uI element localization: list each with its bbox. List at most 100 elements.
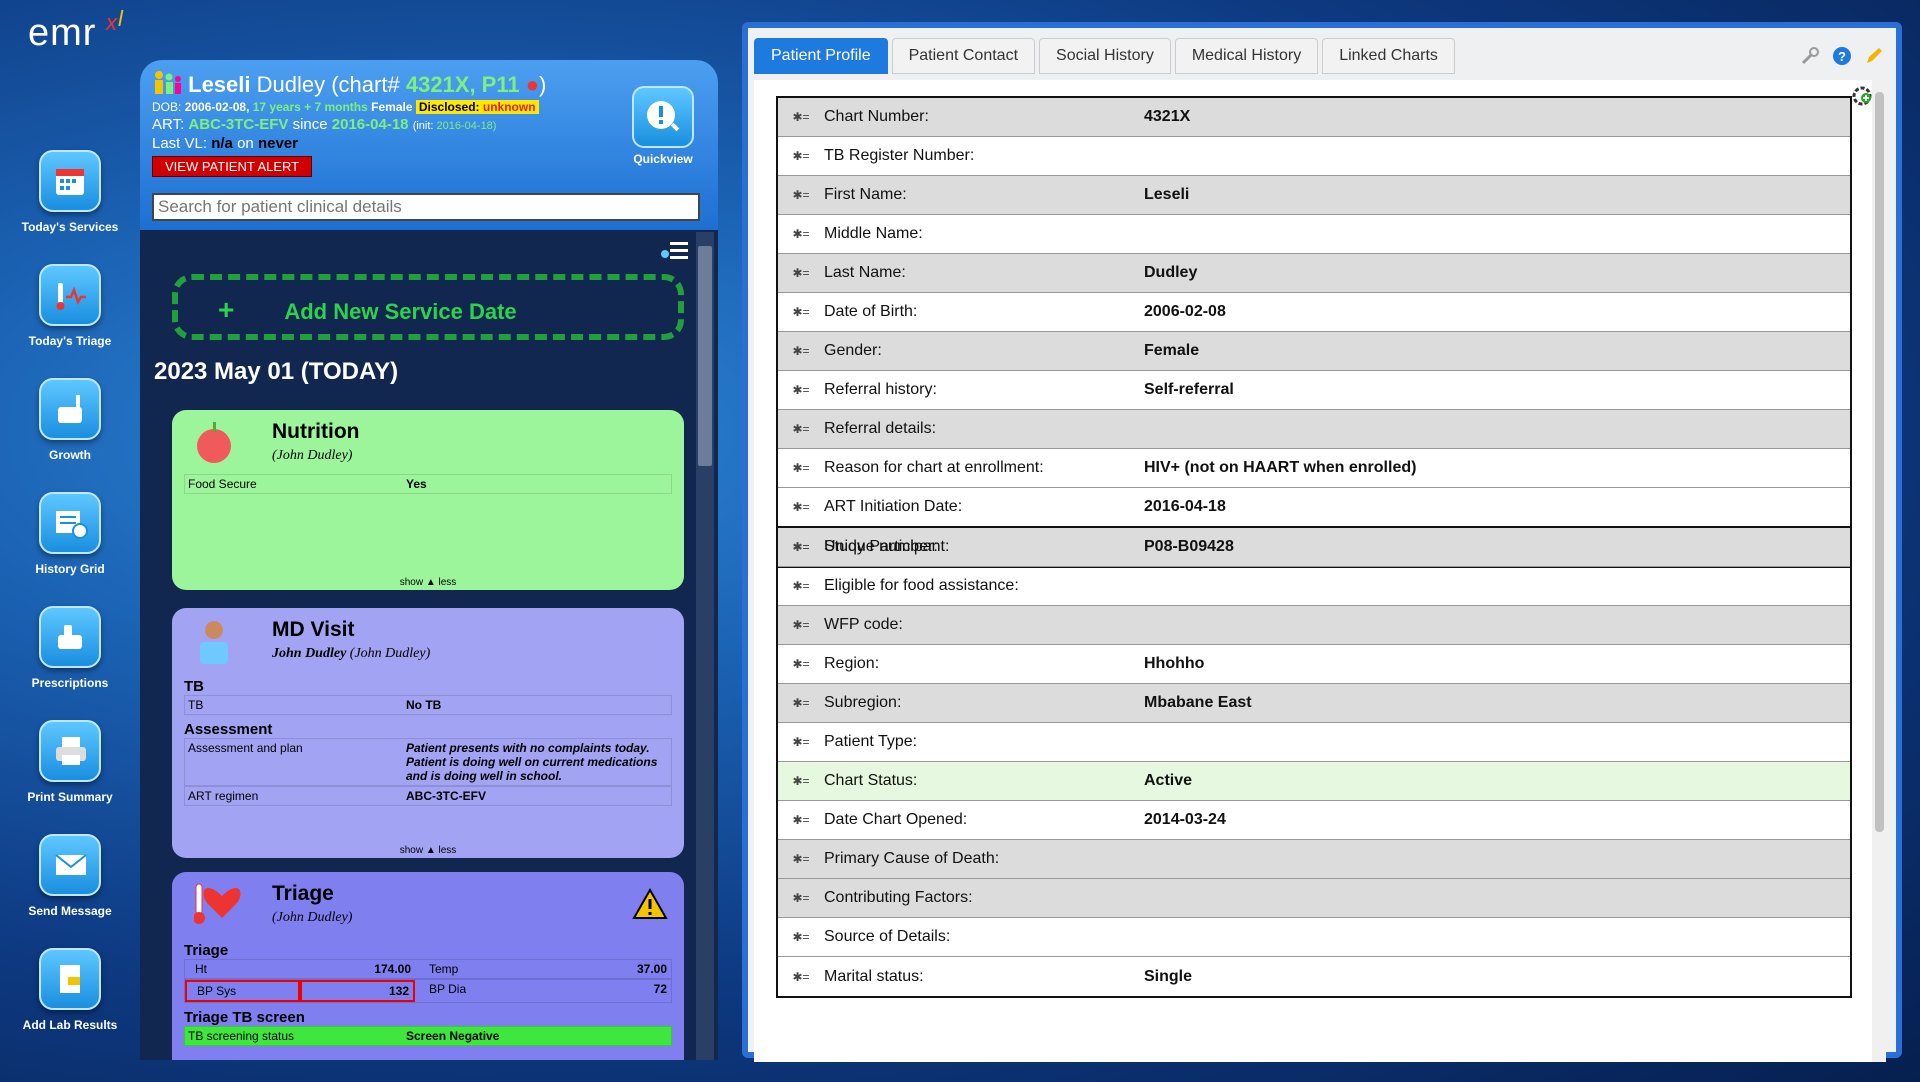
nav-history-grid[interactable]: History Grid	[0, 492, 140, 576]
pin-icon[interactable]: ●	[526, 72, 539, 97]
profile-row[interactable]: ✱= Middle Name:	[778, 215, 1850, 254]
tab-patient-profile[interactable]: Patient Profile	[754, 38, 888, 74]
row-handle-icon[interactable]: ✱=	[778, 774, 824, 788]
nav-growth[interactable]: Growth	[0, 378, 140, 462]
row-handle-icon[interactable]: ✱=	[778, 970, 824, 984]
nav-todays-services[interactable]: Today's Services	[0, 150, 140, 234]
table-row: Assessment and plan Patient presents with…	[184, 738, 672, 786]
add-new-service-date-button[interactable]: + Add New Service Date	[172, 274, 684, 340]
profile-row[interactable]: ✱= Referral history: Self-referral	[778, 371, 1850, 410]
view-patient-alert-button[interactable]: VIEW PATIENT ALERT	[152, 156, 313, 177]
patient-last-name: Dudley	[256, 72, 326, 97]
profile-row[interactable]: ✱= Eligible for food assistance:	[778, 567, 1850, 606]
row-handle-icon[interactable]: ✱=	[778, 618, 824, 632]
tab-linked-charts[interactable]: Linked Charts	[1322, 38, 1455, 74]
row-handle-icon[interactable]: ✱=	[778, 227, 824, 241]
patient-last-vl: Last VL: n/a on never	[152, 135, 298, 152]
profile-row[interactable]: ✱= WFP code:	[778, 606, 1850, 645]
field-value: Dudley	[1144, 264, 1198, 281]
field-label: Chart Number:	[824, 108, 929, 125]
quickview-button[interactable]	[632, 86, 694, 148]
tab-social-history[interactable]: Social History	[1039, 38, 1171, 74]
profile-tabs: Patient Profile Patient Contact Social H…	[754, 38, 1459, 74]
profile-row[interactable]: ✱= Contributing Factors:	[778, 879, 1850, 918]
family-icon	[155, 71, 181, 94]
printer-icon	[39, 720, 101, 782]
field-label: Marital status:	[824, 967, 924, 985]
row-handle-icon[interactable]: ✱=	[778, 930, 824, 944]
history-grid-icon	[39, 492, 101, 554]
row-handle-icon[interactable]: ✱=	[778, 383, 824, 397]
settings-add-icon[interactable]	[1850, 84, 1874, 113]
row-handle-icon[interactable]: ✱=	[778, 266, 824, 280]
field-label: Chart Status:	[824, 772, 918, 789]
row-handle-icon[interactable]: ✱=	[778, 696, 824, 710]
profile-row[interactable]: ✱= Study Participant:	[778, 528, 1850, 567]
row-handle-icon[interactable]: ✱=	[778, 188, 824, 202]
profile-row[interactable]: ✱= Reason for chart at enrollment: HIV+ (n…	[778, 449, 1850, 488]
field-label: Referral details:	[824, 420, 937, 437]
nav-print-summary[interactable]: Print Summary	[0, 720, 140, 804]
row-handle-icon[interactable]: ✱=	[778, 344, 824, 358]
row-handle-icon[interactable]: ✱=	[778, 540, 824, 554]
show-less-toggle[interactable]: show ▲ less	[172, 577, 684, 588]
right-scroll-thumb[interactable]	[1875, 92, 1884, 832]
field-label: Eligible for food assistance:	[824, 577, 1019, 594]
profile-row[interactable]: ✱= Date of Birth: 2006-02-08	[778, 293, 1850, 332]
row-handle-icon[interactable]: ✱=	[778, 891, 824, 905]
left-scrollbar[interactable]	[696, 232, 714, 1060]
nutrition-title: Nutrition	[272, 420, 360, 443]
profile-row[interactable]: ✱= Source of Details:	[778, 918, 1850, 957]
nav-prescriptions[interactable]: Prescriptions	[0, 606, 140, 690]
profile-row[interactable]: ✱= Date Chart Opened: 2014-03-24	[778, 801, 1850, 840]
apple-icon	[194, 420, 234, 469]
row-handle-icon[interactable]: ✱=	[778, 657, 824, 671]
table-row: Ht 174.00 Temp 37.00	[184, 959, 672, 979]
field-value: Leseli	[1144, 186, 1190, 203]
nav-send-message[interactable]: Send Message	[0, 834, 140, 918]
profile-row[interactable]: ✱= TB Register Number:	[778, 137, 1850, 176]
wrench-icon[interactable]	[1800, 46, 1820, 71]
profile-row[interactable]: ✱= Patient Type:	[778, 723, 1850, 762]
profile-row[interactable]: ✱= Primary Cause of Death:	[778, 840, 1850, 879]
row-handle-icon[interactable]: ✱=	[778, 852, 824, 866]
row-handle-icon[interactable]: ✱=	[778, 500, 824, 514]
profile-row[interactable]: ✱= Gender: Female	[778, 332, 1850, 371]
field-label: Referral history:	[824, 381, 937, 398]
field-label: ART Initiation Date:	[824, 498, 963, 515]
clinical-search-input[interactable]	[152, 193, 700, 221]
profile-row[interactable]: ✱= Subregion: Mbabane East	[778, 684, 1850, 723]
profile-row[interactable]: ✱= Last Name: Dudley	[778, 254, 1850, 293]
profile-row[interactable]: ✱= ART Initiation Date: 2016-04-18	[778, 488, 1850, 527]
warning-icon	[632, 887, 668, 925]
row-handle-icon[interactable]: ✱=	[778, 579, 824, 593]
field-value: 4321X	[1144, 108, 1191, 125]
row-handle-icon[interactable]: ✱=	[778, 735, 824, 749]
help-icon[interactable]: ?	[1832, 46, 1852, 71]
profile-row[interactable]: ✱= Chart Number: 4321X	[778, 98, 1850, 137]
pencil-icon[interactable]	[1864, 46, 1884, 71]
profile-row[interactable]: ✱= Referral details:	[778, 410, 1850, 449]
tab-patient-contact[interactable]: Patient Contact	[891, 38, 1036, 74]
row-handle-icon[interactable]: ✱=	[778, 422, 824, 436]
row-handle-icon[interactable]: ✱=	[778, 461, 824, 475]
field-label: Date of Birth:	[824, 303, 918, 320]
profile-row[interactable]: ✱= Marital status: Single	[778, 957, 1850, 996]
tab-medical-history[interactable]: Medical History	[1174, 38, 1319, 74]
patient-summary-panel: Leseli Dudley (chart# 4321X, P11 ●) DOB:…	[140, 60, 718, 1060]
row-handle-icon[interactable]: ✱=	[778, 305, 824, 319]
emr-logo: emr x l	[28, 6, 124, 54]
show-less-toggle[interactable]: show ▲ less	[172, 845, 684, 856]
row-handle-icon[interactable]: ✱=	[778, 813, 824, 827]
patient-header: Leseli Dudley (chart# 4321X, P11 ●) DOB:…	[140, 60, 718, 230]
profile-row[interactable]: ✱= Region: Hhohho	[778, 645, 1850, 684]
right-scrollbar[interactable]	[1872, 80, 1886, 1062]
nav-add-lab-results[interactable]: Add Lab Results	[0, 948, 140, 1032]
row-handle-icon[interactable]: ✱=	[778, 149, 824, 163]
left-scroll-thumb[interactable]	[698, 246, 712, 466]
row-handle-icon[interactable]: ✱=	[778, 110, 824, 124]
profile-row[interactable]: ✱= Chart Status: Active	[778, 762, 1850, 801]
menu-list-icon[interactable]	[660, 240, 690, 262]
nav-todays-triage[interactable]: Today's Triage	[0, 264, 140, 348]
profile-row[interactable]: ✱= First Name: Leseli	[778, 176, 1850, 215]
